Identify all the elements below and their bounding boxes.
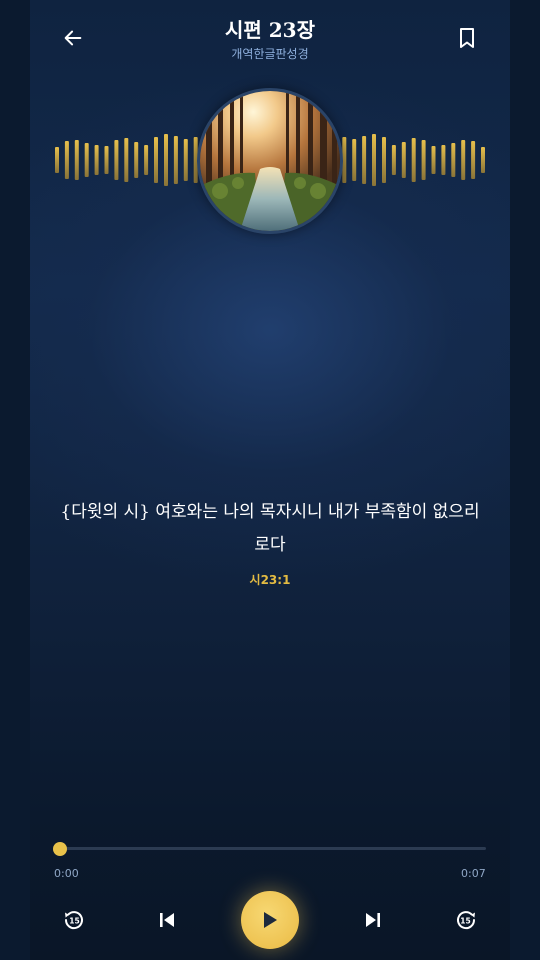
waveform-bar <box>431 146 436 174</box>
play-button[interactable] <box>241 891 299 949</box>
waveform-bar <box>104 146 109 174</box>
forest-river-artwork <box>200 91 340 231</box>
waveform-bar <box>124 138 129 182</box>
waveform-bar <box>382 137 386 183</box>
verse-reference: 시23:1 <box>249 573 291 587</box>
waveform-bar <box>144 145 149 175</box>
rewind-seconds-label: 15 <box>69 917 79 926</box>
right-edge-panel <box>510 0 540 960</box>
waveform-bar <box>481 147 485 173</box>
progress-slider[interactable] <box>53 841 486 856</box>
waveform-bar <box>362 136 367 184</box>
progress-thumb[interactable] <box>53 841 67 856</box>
replay-15-icon: 15 <box>64 911 83 930</box>
next-button[interactable] <box>359 906 387 934</box>
bookmark-button[interactable] <box>451 22 483 54</box>
forward-15-icon: 15 <box>457 911 476 930</box>
play-icon <box>264 912 277 928</box>
header: 시편 23장 개역한글판성경 <box>0 0 540 80</box>
waveform-bar <box>173 136 178 184</box>
waveform-bar <box>64 141 69 179</box>
waveform-bar <box>94 145 99 175</box>
waveform-bar <box>421 140 426 180</box>
album-artwork <box>197 88 343 234</box>
waveform-bar <box>441 145 446 175</box>
forward-15-button[interactable]: 15 <box>452 906 480 934</box>
waveform-bar <box>114 140 119 180</box>
rewind-15-button[interactable]: 15 <box>60 906 88 934</box>
bookmark-icon <box>460 28 474 48</box>
previous-button[interactable] <box>153 906 181 934</box>
skip-next-icon <box>366 913 380 927</box>
waveform-bar <box>352 139 357 181</box>
waveform-bar <box>461 140 466 180</box>
waveform-bar <box>391 145 396 175</box>
forward-seconds-label: 15 <box>460 917 470 926</box>
left-edge-panel <box>0 0 30 960</box>
waveform-bar <box>372 134 376 186</box>
skip-previous-icon <box>160 913 174 927</box>
waveform-bar <box>183 139 188 181</box>
waveform-bar <box>154 137 158 183</box>
waveform-bar <box>451 143 456 177</box>
verse-text: {다윗의 시} 여호와는 나의 목자시니 내가 부족함이 없으리로다 <box>60 502 480 555</box>
waveform-bar <box>134 142 139 178</box>
total-time: 0:07 <box>461 867 486 880</box>
waveform-bar <box>55 147 59 173</box>
waveform-bar <box>84 143 89 177</box>
waveform-bar <box>401 142 406 178</box>
waveform-bar <box>471 141 476 179</box>
current-time: 0:00 <box>54 867 79 880</box>
waveform-bar <box>74 140 79 180</box>
waveform-bar <box>411 138 416 182</box>
waveform-bar <box>164 134 168 186</box>
